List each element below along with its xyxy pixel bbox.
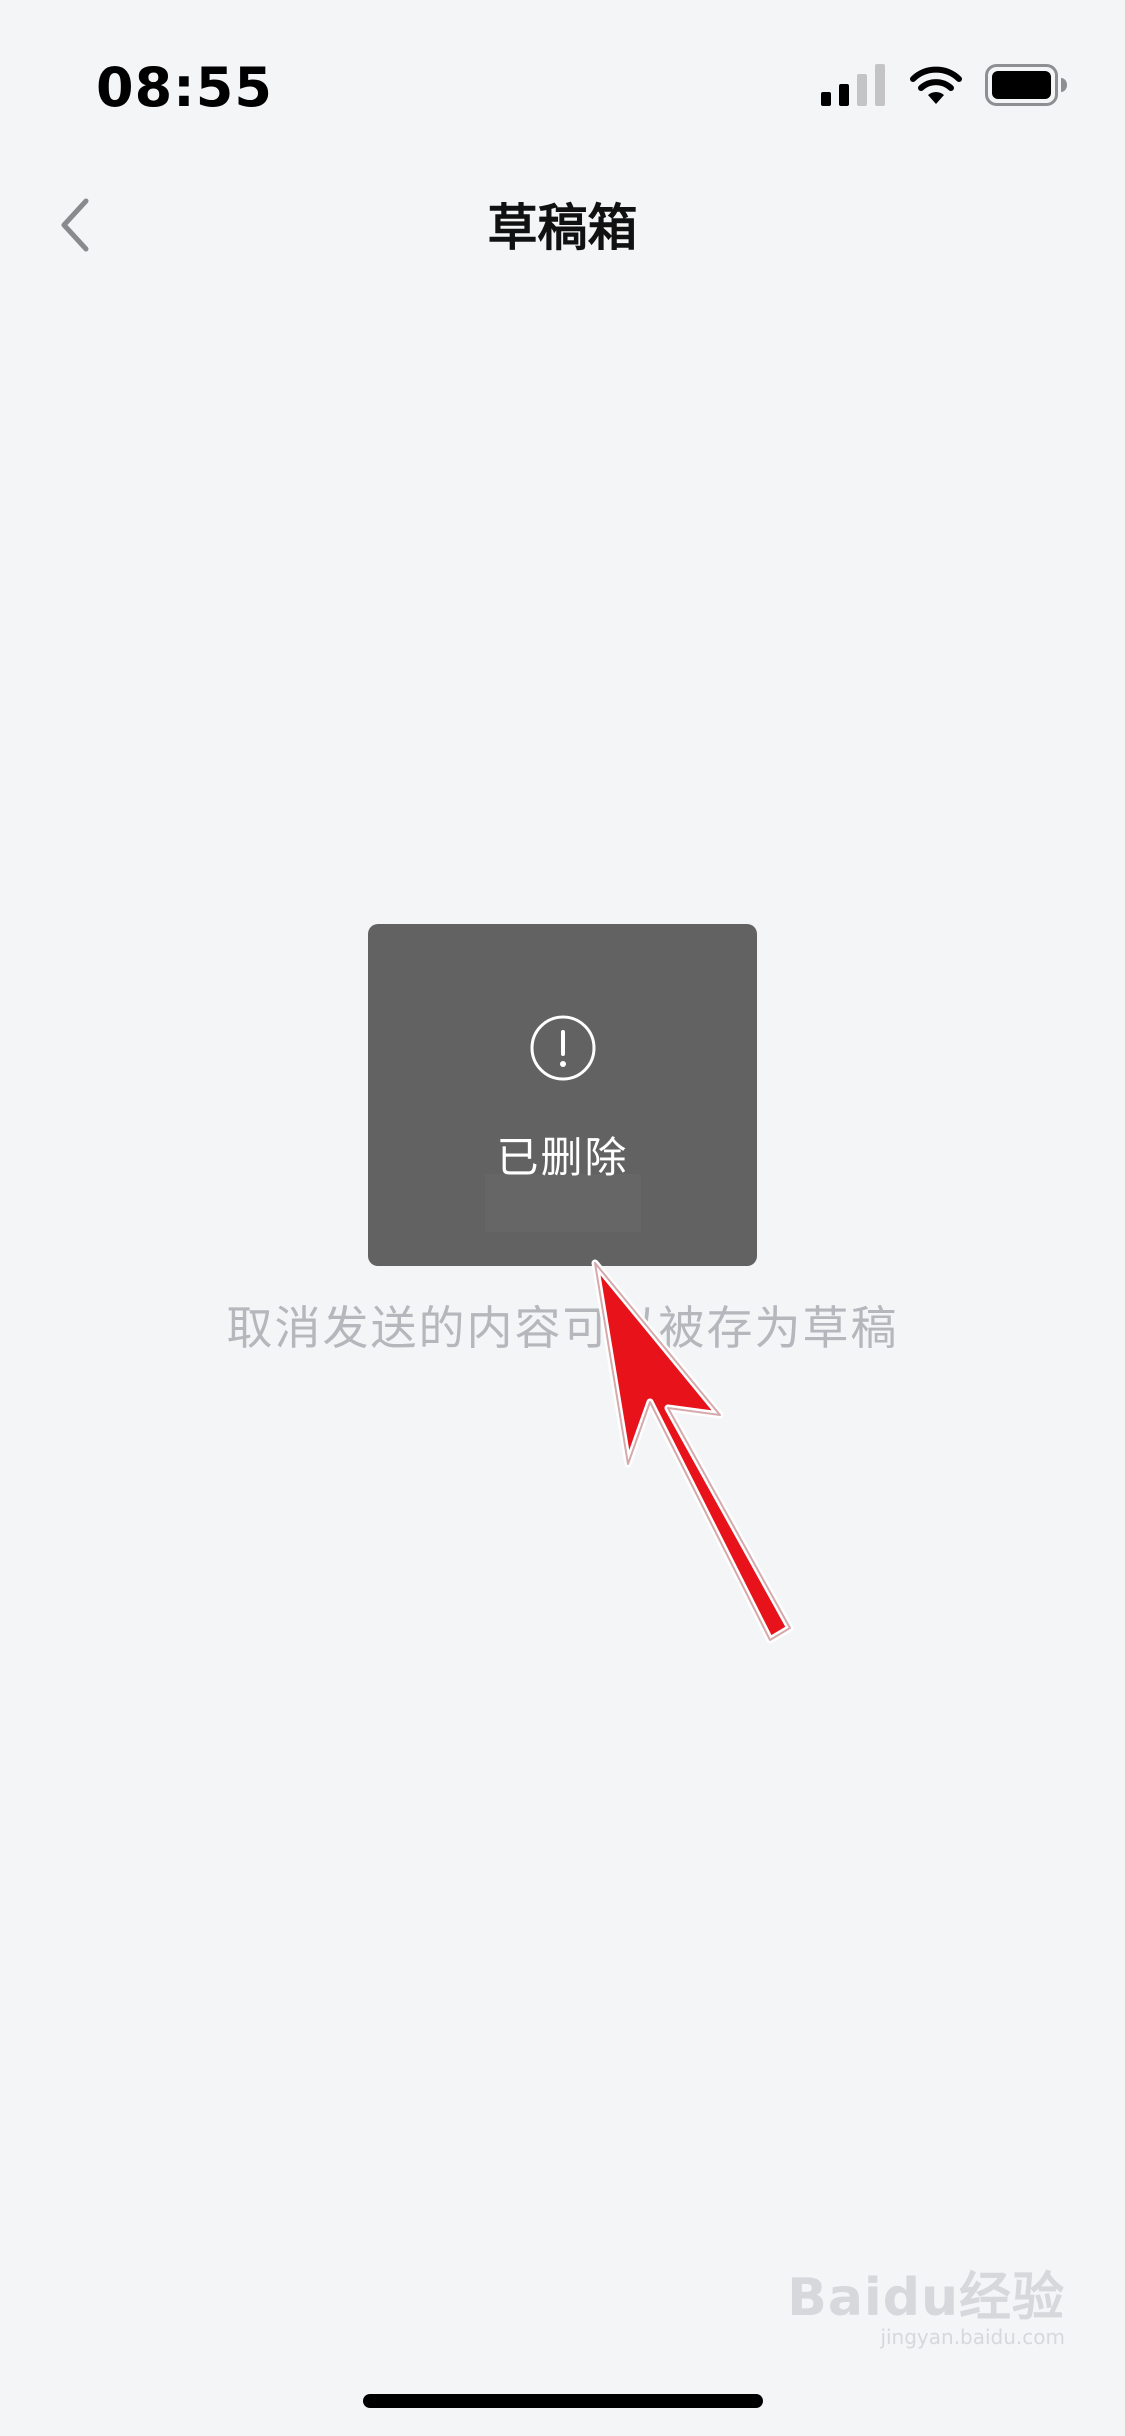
watermark: Baidu经验 jingyan.baidu.com — [787, 2272, 1065, 2350]
signal-icon — [821, 64, 885, 106]
nav-bar: 草稿箱 — [0, 170, 1125, 280]
status-time: 08:55 — [96, 56, 273, 119]
toast: 已删除 — [368, 924, 757, 1266]
status-icons — [821, 64, 1067, 106]
battery-icon — [985, 64, 1067, 106]
exclamation-circle-icon — [530, 1015, 596, 1081]
wifi-icon — [910, 66, 962, 104]
watermark-logo: Baidu经验 — [787, 2268, 1065, 2328]
toast-message: 已删除 — [496, 1133, 629, 1182]
home-indicator[interactable] — [363, 2394, 763, 2408]
status-bar: 08:55 — [0, 0, 1125, 170]
empty-state-hint: 取消发送的内容可以被存为草稿 — [226, 1301, 899, 1355]
page-title: 草稿箱 — [487, 199, 638, 257]
